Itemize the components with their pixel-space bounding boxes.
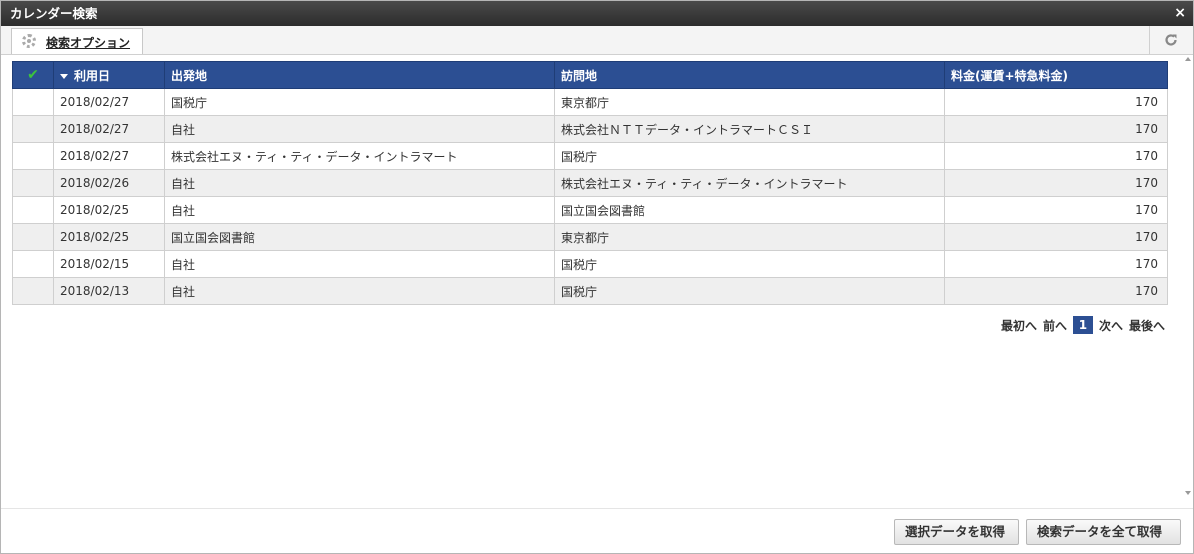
fare-cell: 170 [944, 223, 1168, 251]
fare-cell: 170 [944, 115, 1168, 143]
get-all-data-button[interactable]: 検索データを全て取得 [1026, 519, 1181, 545]
table-header-row: ✔ 利用日 出発地 訪問地 料金(運賃+特急料金) [12, 61, 1168, 89]
fare-cell: 170 [944, 88, 1168, 116]
row-select-cell[interactable] [12, 88, 54, 116]
date-cell: 2018/02/27 [53, 142, 165, 170]
table-row[interactable]: 2018/02/27 自社 株式会社ＮＴＴデータ・イントラマートＣＳＩ 170 [12, 115, 1168, 143]
row-select-cell[interactable] [12, 169, 54, 197]
date-cell: 2018/02/25 [53, 196, 165, 224]
from-cell: 自社 [164, 115, 555, 143]
from-cell: 自社 [164, 169, 555, 197]
fare-cell: 170 [944, 169, 1168, 197]
table-row[interactable]: 2018/02/25 国立国会図書館 東京都庁 170 [12, 223, 1168, 251]
pager-first[interactable]: 最初へ [1001, 317, 1037, 334]
dialog-title: カレンダー検索 [10, 6, 98, 21]
scroll-down-arrow[interactable] [1185, 491, 1191, 495]
from-cell: 株式会社エヌ・ティ・ティ・データ・イントラマート [164, 142, 555, 170]
date-cell: 2018/02/27 [53, 88, 165, 116]
table-row[interactable]: 2018/02/13 自社 国税庁 170 [12, 277, 1168, 305]
fare-cell: 170 [944, 250, 1168, 278]
sort-desc-icon [60, 73, 68, 79]
pager-next[interactable]: 次へ [1099, 317, 1123, 334]
column-header-date[interactable]: 利用日 [53, 61, 165, 89]
refresh-button[interactable] [1149, 26, 1193, 54]
column-header-date-label: 利用日 [74, 68, 111, 83]
table-row[interactable]: 2018/02/15 自社 国税庁 170 [12, 250, 1168, 278]
row-select-cell[interactable] [12, 196, 54, 224]
tab-search-options-label[interactable]: 検索オプション [46, 34, 130, 51]
from-cell: 自社 [164, 277, 555, 305]
tab-bar: 検索オプション [1, 26, 1193, 55]
to-cell: 株式会社エヌ・ティ・ティ・データ・イントラマート [554, 169, 945, 197]
date-cell: 2018/02/27 [53, 115, 165, 143]
table-row[interactable]: 2018/02/27 株式会社エヌ・ティ・ティ・データ・イントラマート 国税庁 … [12, 142, 1168, 170]
title-bar: カレンダー検索 × [1, 1, 1193, 26]
date-cell: 2018/02/15 [53, 250, 165, 278]
get-selected-data-button[interactable]: 選択データを取得 [894, 519, 1019, 545]
table-row[interactable]: 2018/02/27 国税庁 東京都庁 170 [12, 88, 1168, 116]
date-cell: 2018/02/25 [53, 223, 165, 251]
results-table: ✔ 利用日 出発地 訪問地 料金(運賃+特急料金) 2018/02/27 国税庁… [12, 61, 1168, 305]
fare-cell: 170 [944, 142, 1168, 170]
from-cell: 自社 [164, 196, 555, 224]
pagination: 最初へ 前へ 1 次へ 最後へ [1001, 316, 1165, 334]
row-select-cell[interactable] [12, 250, 54, 278]
fare-cell: 170 [944, 277, 1168, 305]
date-cell: 2018/02/26 [53, 169, 165, 197]
to-cell: 東京都庁 [554, 88, 945, 116]
tab-search-options[interactable]: 検索オプション [11, 28, 143, 54]
to-cell: 国税庁 [554, 277, 945, 305]
to-cell: 国税庁 [554, 142, 945, 170]
table-row[interactable]: 2018/02/25 自社 国立国会図書館 170 [12, 196, 1168, 224]
row-select-cell[interactable] [12, 115, 54, 143]
from-cell: 国立国会図書館 [164, 223, 555, 251]
date-cell: 2018/02/13 [53, 277, 165, 305]
column-header-fare[interactable]: 料金(運賃+特急料金) [944, 61, 1168, 89]
select-all-column[interactable]: ✔ [12, 61, 54, 89]
to-cell: 国税庁 [554, 250, 945, 278]
to-cell: 東京都庁 [554, 223, 945, 251]
calendar-search-dialog: カレンダー検索 × 検索オプション ✔ 利用日 出発地 訪問地 料金(運賃+特急… [0, 0, 1194, 554]
column-header-from[interactable]: 出発地 [164, 61, 555, 89]
scroll-up-arrow[interactable] [1185, 57, 1191, 61]
row-select-cell[interactable] [12, 223, 54, 251]
to-cell: 国立国会図書館 [554, 196, 945, 224]
row-select-cell[interactable] [12, 277, 54, 305]
check-icon[interactable]: ✔ [27, 67, 39, 83]
pager-last[interactable]: 最後へ [1129, 317, 1165, 334]
refresh-icon [1165, 34, 1177, 46]
from-cell: 国税庁 [164, 88, 555, 116]
close-icon[interactable]: × [1174, 1, 1186, 26]
dialog-footer: 選択データを取得 検索データを全て取得 [1, 508, 1193, 553]
pager-current-page: 1 [1072, 316, 1093, 334]
from-cell: 自社 [164, 250, 555, 278]
pager-prev[interactable]: 前へ [1043, 317, 1067, 334]
column-header-to[interactable]: 訪問地 [554, 61, 945, 89]
gear-icon [22, 34, 36, 48]
row-select-cell[interactable] [12, 142, 54, 170]
table-row[interactable]: 2018/02/26 自社 株式会社エヌ・ティ・ティ・データ・イントラマート 1… [12, 169, 1168, 197]
to-cell: 株式会社ＮＴＴデータ・イントラマートＣＳＩ [554, 115, 945, 143]
fare-cell: 170 [944, 196, 1168, 224]
